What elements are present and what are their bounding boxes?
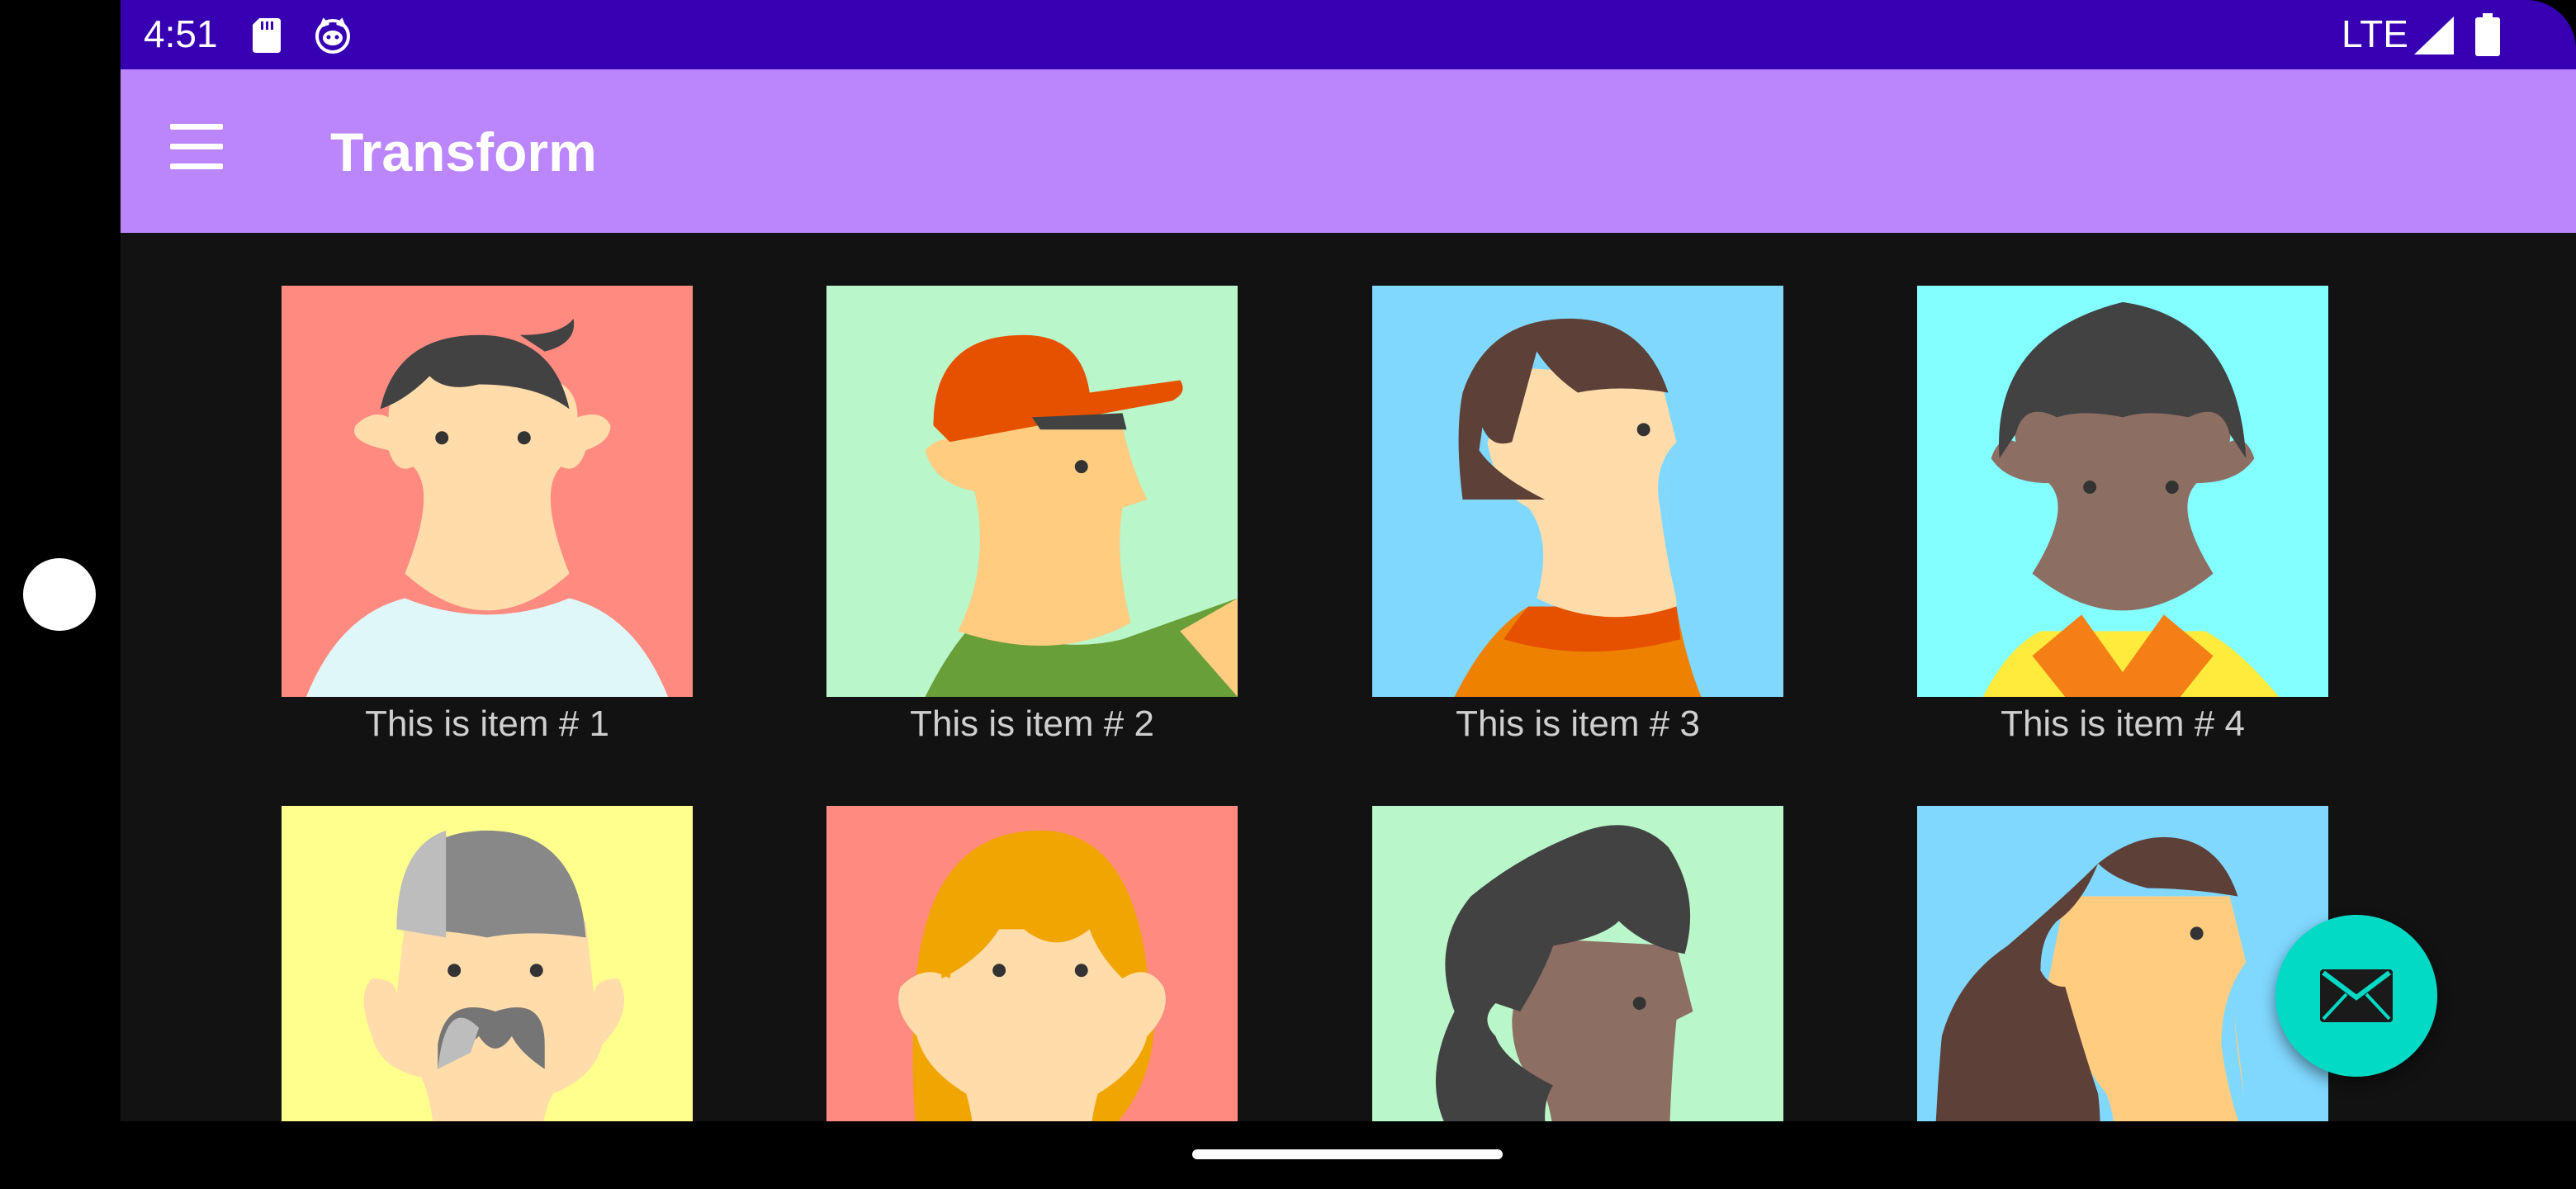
grid-item-4[interactable]: This is item # 4 [1917,286,2328,745]
mail-icon [2320,969,2393,1022]
item-label: This is item # 3 [1456,703,1700,744]
avatar-woman-long-hair-icon [1917,806,2328,1121]
avatar-boy-icon [282,286,693,697]
network-type: LTE [2342,12,2408,55]
item-label: This is item # 1 [365,703,609,744]
avatar-old-man-mustache-icon [282,806,693,1121]
page-title: Transform [330,121,597,182]
app-bar: Transform [121,69,2576,233]
status-bar: 4:51 LTE [121,0,2576,69]
sd-card-icon [253,18,281,53]
signal-icon [2414,17,2454,54]
battery-icon [2475,13,2500,56]
menu-icon[interactable] [163,124,223,170]
avatar-man-dark-skin-icon [1917,286,2328,697]
grid-item-2[interactable]: This is item # 2 [826,286,1238,745]
gesture-nav-handle[interactable] [1192,1149,1503,1159]
avatar-cap-boy-icon [826,286,1238,697]
camera-cutout [23,558,96,631]
avatar-girl-blonde-icon [826,806,1238,1121]
screen: 4:51 LTE Transform This is item # 1 This… [121,0,2576,1121]
cat-icon [315,17,350,54]
grid-item-3[interactable]: This is item # 3 [1372,286,1783,745]
item-label: This is item # 2 [910,703,1154,744]
grid-item-6[interactable] [826,806,1238,1121]
avatar-woman-curly-hair-icon [1372,806,1783,1121]
status-time: 4:51 [144,12,218,55]
grid-item-5[interactable] [282,806,693,1121]
mail-fab-button[interactable] [2275,915,2437,1077]
item-label: This is item # 4 [2001,703,2245,744]
item-grid: This is item # 1 This is item # 2 This i… [121,233,2576,1121]
grid-item-8[interactable] [1917,806,2328,1121]
avatar-woman-short-hair-icon [1372,286,1783,697]
device-frame: 4:51 LTE Transform This is item # 1 This… [0,0,2576,1189]
grid-item-1[interactable]: This is item # 1 [282,286,693,745]
grid-item-7[interactable] [1372,806,1783,1121]
